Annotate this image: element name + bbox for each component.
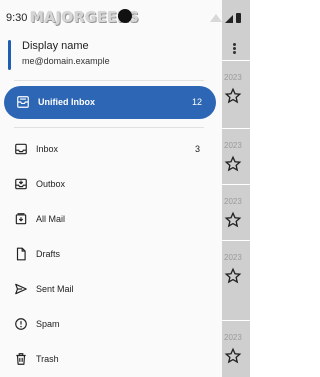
list-item[interactable]: 2023	[218, 128, 250, 184]
folder-all-mail[interactable]: All Mail	[0, 207, 218, 233]
message-date: 2023	[224, 141, 242, 150]
trash-icon	[16, 353, 26, 365]
inbox-icon	[15, 143, 27, 155]
folder-label: Spam	[36, 319, 60, 329]
outbox-icon	[15, 178, 27, 190]
account-header[interactable]: Display name me@domain.example	[0, 36, 222, 76]
account-email: me@domain.example	[22, 56, 110, 66]
account-display-name: Display name	[22, 40, 89, 52]
unread-count: 3	[194, 144, 200, 154]
spam-icon	[15, 318, 27, 330]
drafts-icon	[16, 247, 26, 261]
account-color-indicator	[8, 40, 11, 70]
folder-trash[interactable]: Trash	[0, 347, 218, 373]
status-time: 9:30	[6, 12, 28, 24]
background-message-list: 2023 2023 2023 2023 2023	[218, 0, 250, 377]
unread-count: 12	[191, 97, 202, 107]
message-date: 2023	[224, 73, 242, 82]
folder-label: Sent Mail	[36, 284, 74, 294]
list-item[interactable]: 2023	[218, 240, 250, 296]
signal-battery-icon	[210, 13, 241, 23]
message-date: 2023	[224, 197, 242, 206]
folder-unified-inbox[interactable]: Unified Inbox 12	[4, 86, 216, 119]
camera-cutout	[118, 9, 132, 23]
status-bar: 9:30 MAJORGEEKS	[0, 0, 250, 32]
folder-label: Trash	[36, 354, 59, 364]
folder-label: All Mail	[36, 214, 66, 224]
more-options-icon[interactable]	[230, 42, 238, 56]
list-item[interactable]: 2023	[218, 60, 250, 116]
star-icon[interactable]	[224, 267, 242, 285]
folder-drafts[interactable]: Drafts	[0, 242, 218, 268]
unified-inbox-icon	[17, 96, 29, 108]
folder-spam[interactable]: Spam	[0, 312, 218, 338]
star-icon[interactable]	[224, 211, 242, 229]
all-mail-icon	[15, 213, 27, 225]
folder-label: Unified Inbox	[38, 97, 95, 107]
folder-inbox[interactable]: Inbox 3	[0, 137, 218, 163]
folder-sent-mail[interactable]: Sent Mail	[0, 277, 218, 303]
star-icon[interactable]	[224, 347, 242, 365]
folder-label: Inbox	[36, 144, 59, 154]
star-icon[interactable]	[224, 87, 242, 105]
star-icon[interactable]	[224, 155, 242, 173]
message-date: 2023	[224, 253, 242, 262]
folder-outbox[interactable]: Outbox	[0, 172, 218, 198]
divider	[14, 127, 204, 128]
folder-label: Outbox	[36, 179, 66, 189]
message-date: 2023	[224, 333, 242, 342]
sent-icon	[15, 283, 27, 295]
folder-label: Drafts	[36, 249, 61, 259]
list-item[interactable]: 2023	[218, 184, 250, 240]
navigation-drawer: Display name me@domain.example Unified I…	[0, 0, 222, 377]
divider	[14, 80, 204, 81]
list-item[interactable]: 2023	[218, 320, 250, 376]
